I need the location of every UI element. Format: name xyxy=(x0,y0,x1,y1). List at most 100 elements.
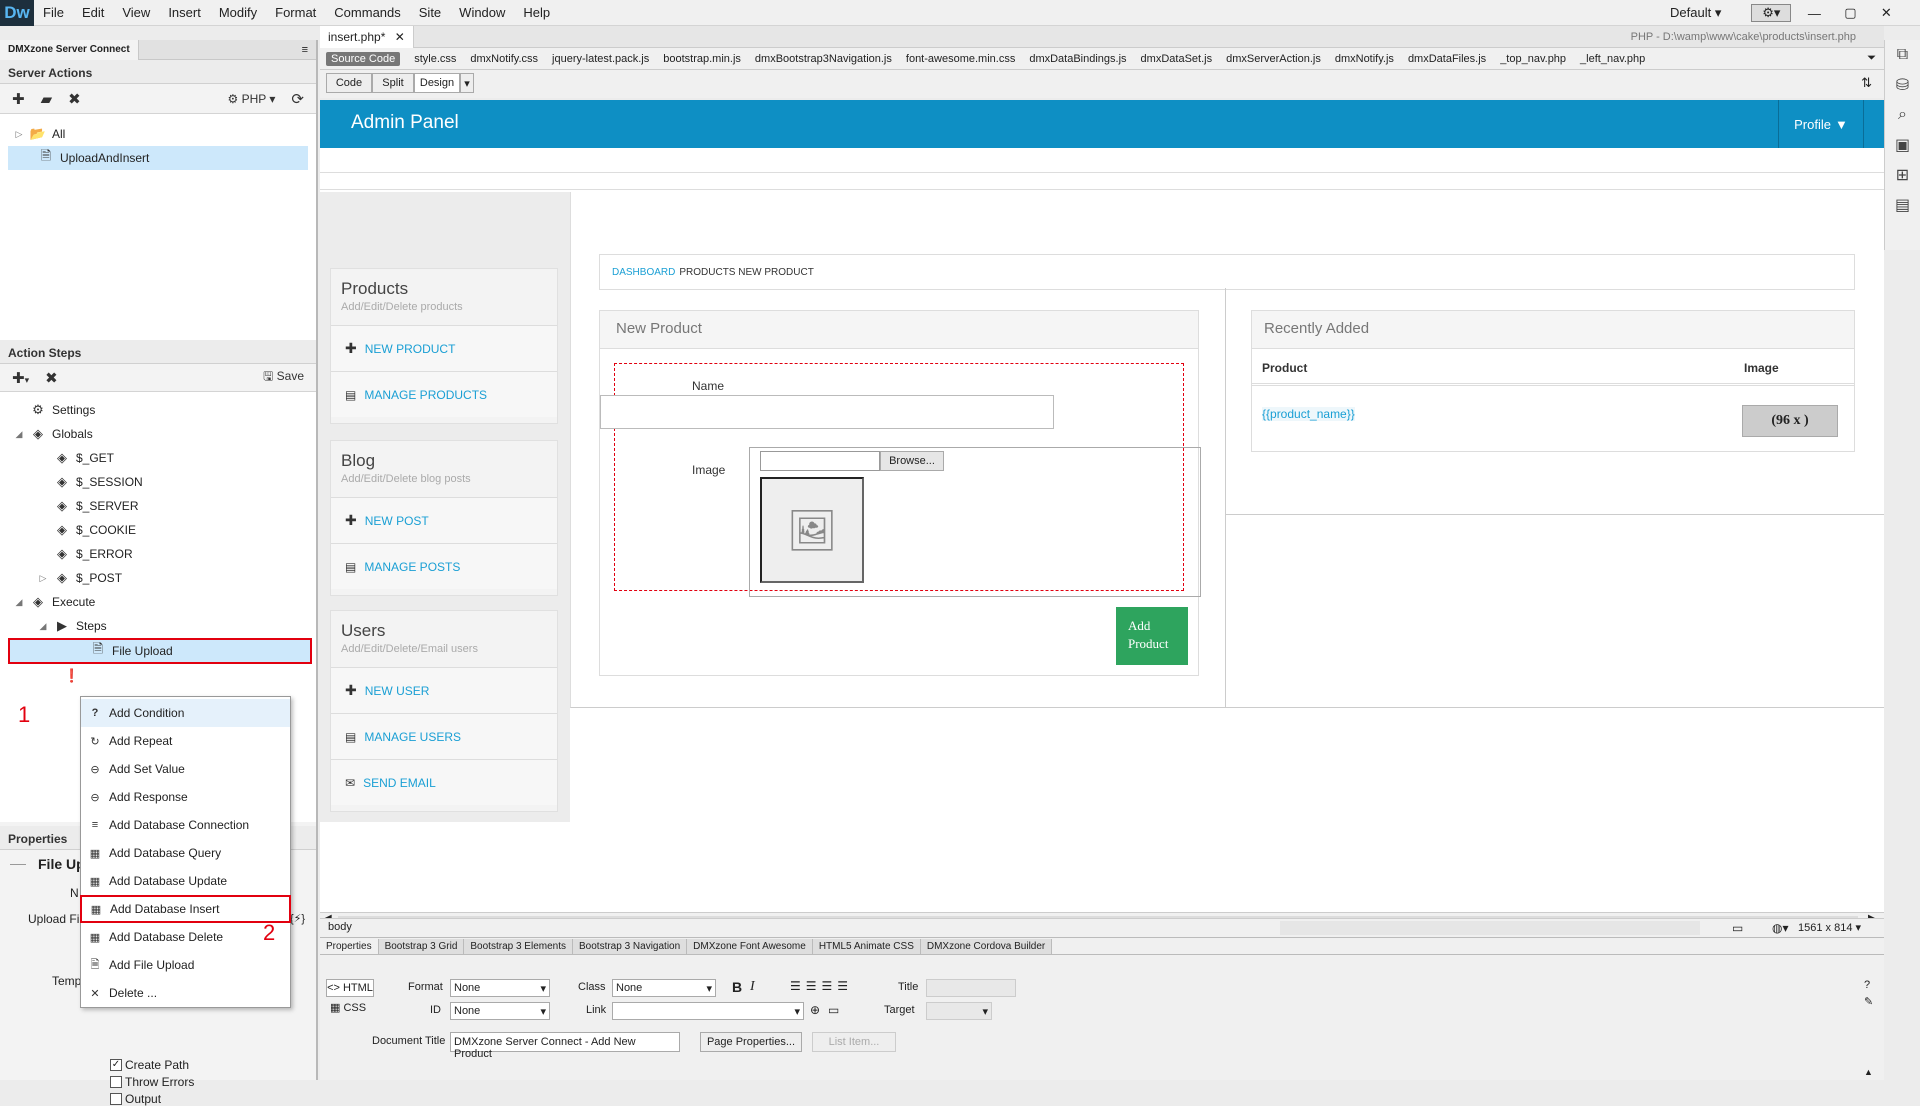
collapse-icon[interactable]: ▲ xyxy=(1864,1067,1873,1077)
snippets-icon[interactable]: ▤ xyxy=(1885,190,1920,220)
id-select[interactable]: None ▾ xyxy=(450,1002,550,1020)
step-session[interactable]: ◈ $_SESSION xyxy=(0,470,316,494)
tab-properties[interactable]: Properties xyxy=(320,938,379,955)
tab-bootstrap-grid[interactable]: Bootstrap 3 Grid xyxy=(378,938,465,955)
menu-help[interactable]: Help xyxy=(514,0,559,26)
step-execute[interactable]: ◢ ◈ Execute xyxy=(0,590,316,614)
expand-arrow-icon[interactable]: ▷ xyxy=(14,129,24,140)
menu-add-database-update[interactable]: ▦ Add Database Update xyxy=(81,867,290,895)
minimize-icon[interactable]: — xyxy=(1801,3,1827,23)
menu-add-file-upload[interactable]: 🗎 Add File Upload xyxy=(81,951,290,979)
delete-icon[interactable]: ✖ xyxy=(68,90,81,108)
manage-products-link[interactable]: ▤ MANAGE PRODUCTS xyxy=(331,371,557,417)
tag-selector-body[interactable]: body xyxy=(328,921,352,933)
view-dropdown-icon[interactable]: ▾ xyxy=(460,73,474,93)
panel-menu-icon[interactable]: ≡ xyxy=(294,40,316,60)
code-view-button[interactable]: Code xyxy=(326,73,372,93)
related-file[interactable]: style.css xyxy=(414,53,456,65)
html-mode-button[interactable]: <> HTML xyxy=(326,979,374,997)
related-file[interactable]: dmxServerAction.js xyxy=(1226,53,1321,65)
menu-add-repeat[interactable]: ↻ Add Repeat xyxy=(81,727,290,755)
menu-insert[interactable]: Insert xyxy=(159,0,210,26)
menu-add-condition[interactable]: ? Add Condition xyxy=(81,699,290,727)
class-select[interactable]: None ▾ xyxy=(612,979,716,997)
link-input[interactable]: ▾ xyxy=(612,1002,804,1020)
related-file-source-code[interactable]: Source Code xyxy=(326,51,401,66)
output-checkbox[interactable]: Output xyxy=(110,1092,194,1106)
breadcrumb-dashboard[interactable]: DASHBOARD xyxy=(612,267,675,278)
split-view-button[interactable]: Split xyxy=(372,73,414,93)
assets-icon[interactable]: ▣ xyxy=(1885,130,1920,160)
add-step-icon[interactable]: ✚▾ xyxy=(12,369,29,387)
related-file[interactable]: dmxDataFiles.js xyxy=(1408,53,1486,65)
menu-add-database-connection[interactable]: ≡ Add Database Connection xyxy=(81,811,290,839)
php-selector[interactable]: ⚙ PHP ▾ xyxy=(228,92,276,106)
related-file[interactable]: bootstrap.min.js xyxy=(663,53,741,65)
throw-errors-checkbox[interactable]: Throw Errors xyxy=(110,1075,194,1089)
device-preview-icon[interactable]: ▭ xyxy=(1732,921,1743,935)
step-error[interactable]: ◈ $_ERROR xyxy=(0,542,316,566)
related-file[interactable]: jquery-latest.pack.js xyxy=(552,53,649,65)
related-file[interactable]: font-awesome.min.css xyxy=(906,53,1015,65)
step-steps[interactable]: ◢ ▶ Steps xyxy=(0,614,316,638)
step-server[interactable]: ◈ $_SERVER xyxy=(0,494,316,518)
window-size[interactable]: 1561 x 814 ▾ xyxy=(1798,921,1861,934)
name-input[interactable] xyxy=(600,395,1054,429)
point-to-file-icon[interactable]: ⊕ xyxy=(810,1003,820,1017)
step-post[interactable]: ▷ ◈ $_POST xyxy=(0,566,316,590)
globe-icon[interactable]: ◍▾ xyxy=(1772,921,1789,935)
step-extra[interactable]: ❗ xyxy=(0,664,316,688)
sync-settings-icon[interactable]: ⚙▾ xyxy=(1751,4,1792,22)
menu-add-database-delete[interactable]: ▦ Add Database Delete xyxy=(81,923,290,951)
document-tab[interactable]: insert.php* ✕ xyxy=(320,25,414,48)
file-path-input[interactable] xyxy=(760,451,880,471)
add-icon[interactable]: ✚ xyxy=(12,90,25,108)
folder-icon[interactable]: ▰ xyxy=(41,90,53,108)
menu-edit[interactable]: Edit xyxy=(73,0,113,26)
server-connect-tab[interactable]: DMXzone Server Connect xyxy=(0,39,139,60)
filter-icon[interactable]: ⏷ xyxy=(1867,52,1884,65)
refresh-icon[interactable]: ⟳ xyxy=(291,90,304,108)
step-get[interactable]: ◈ $_GET xyxy=(0,446,316,470)
add-product-button[interactable]: Add Product xyxy=(1116,607,1188,665)
related-file[interactable]: dmxNotify.css xyxy=(470,53,538,65)
related-file[interactable]: dmxDataSet.js xyxy=(1141,53,1213,65)
page-properties-button[interactable]: Page Properties... xyxy=(700,1032,802,1052)
new-product-link[interactable]: ✚ NEW PRODUCT xyxy=(331,325,557,371)
menu-file[interactable]: File xyxy=(34,0,73,26)
menu-site[interactable]: Site xyxy=(410,0,450,26)
title-input[interactable] xyxy=(926,979,1016,997)
step-settings[interactable]: ⚙ Settings xyxy=(0,398,316,422)
profile-dropdown[interactable]: Profile ▼ xyxy=(1778,100,1864,148)
files-icon[interactable]: ⧉ xyxy=(1885,40,1920,70)
related-file[interactable]: _left_nav.php xyxy=(1580,53,1645,65)
step-globals[interactable]: ◢ ◈ Globals xyxy=(0,422,316,446)
menu-format[interactable]: Format xyxy=(266,0,325,26)
menu-add-database-query[interactable]: ▦ Add Database Query xyxy=(81,839,290,867)
tab-bootstrap-elements[interactable]: Bootstrap 3 Elements xyxy=(464,938,573,955)
database-icon[interactable]: ⛁ xyxy=(1885,70,1920,100)
target-select[interactable]: ▾ xyxy=(926,1002,992,1020)
help-icon[interactable]: ? xyxy=(1864,979,1870,991)
search-icon[interactable]: ⌕ xyxy=(1885,100,1920,130)
sitemap-icon[interactable]: ⊞ xyxy=(1885,160,1920,190)
menu-add-database-insert[interactable]: ▦ Add Database Insert xyxy=(80,895,291,923)
browse-button[interactable]: Browse... xyxy=(880,451,944,471)
save-button[interactable]: 🖫 Save xyxy=(263,367,304,388)
send-email-link[interactable]: ✉ SEND EMAIL xyxy=(331,759,557,805)
bold-icon[interactable]: B xyxy=(732,979,742,995)
related-file[interactable]: _top_nav.php xyxy=(1500,53,1566,65)
menu-modify[interactable]: Modify xyxy=(210,0,266,26)
workspace-switcher[interactable]: Default ▾ xyxy=(1670,5,1721,21)
site-brand[interactable]: Admin Panel xyxy=(351,112,459,140)
related-file[interactable]: dmxBootstrap3Navigation.js xyxy=(755,53,892,65)
format-select[interactable]: None ▾ xyxy=(450,979,550,997)
tab-animate-css[interactable]: HTML5 Animate CSS xyxy=(812,938,921,955)
create-path-checkbox[interactable]: ✓ Create Path xyxy=(110,1058,194,1072)
step-cookie[interactable]: ◈ $_COOKIE xyxy=(0,518,316,542)
manage-posts-link[interactable]: ▤ MANAGE POSTS xyxy=(331,543,557,589)
related-file[interactable]: dmxDataBindings.js xyxy=(1029,53,1126,65)
browse-folder-icon[interactable]: ▭ xyxy=(828,1003,839,1017)
close-icon[interactable]: ✕ xyxy=(1873,3,1899,23)
remove-step-icon[interactable]: ✖ xyxy=(45,369,58,387)
